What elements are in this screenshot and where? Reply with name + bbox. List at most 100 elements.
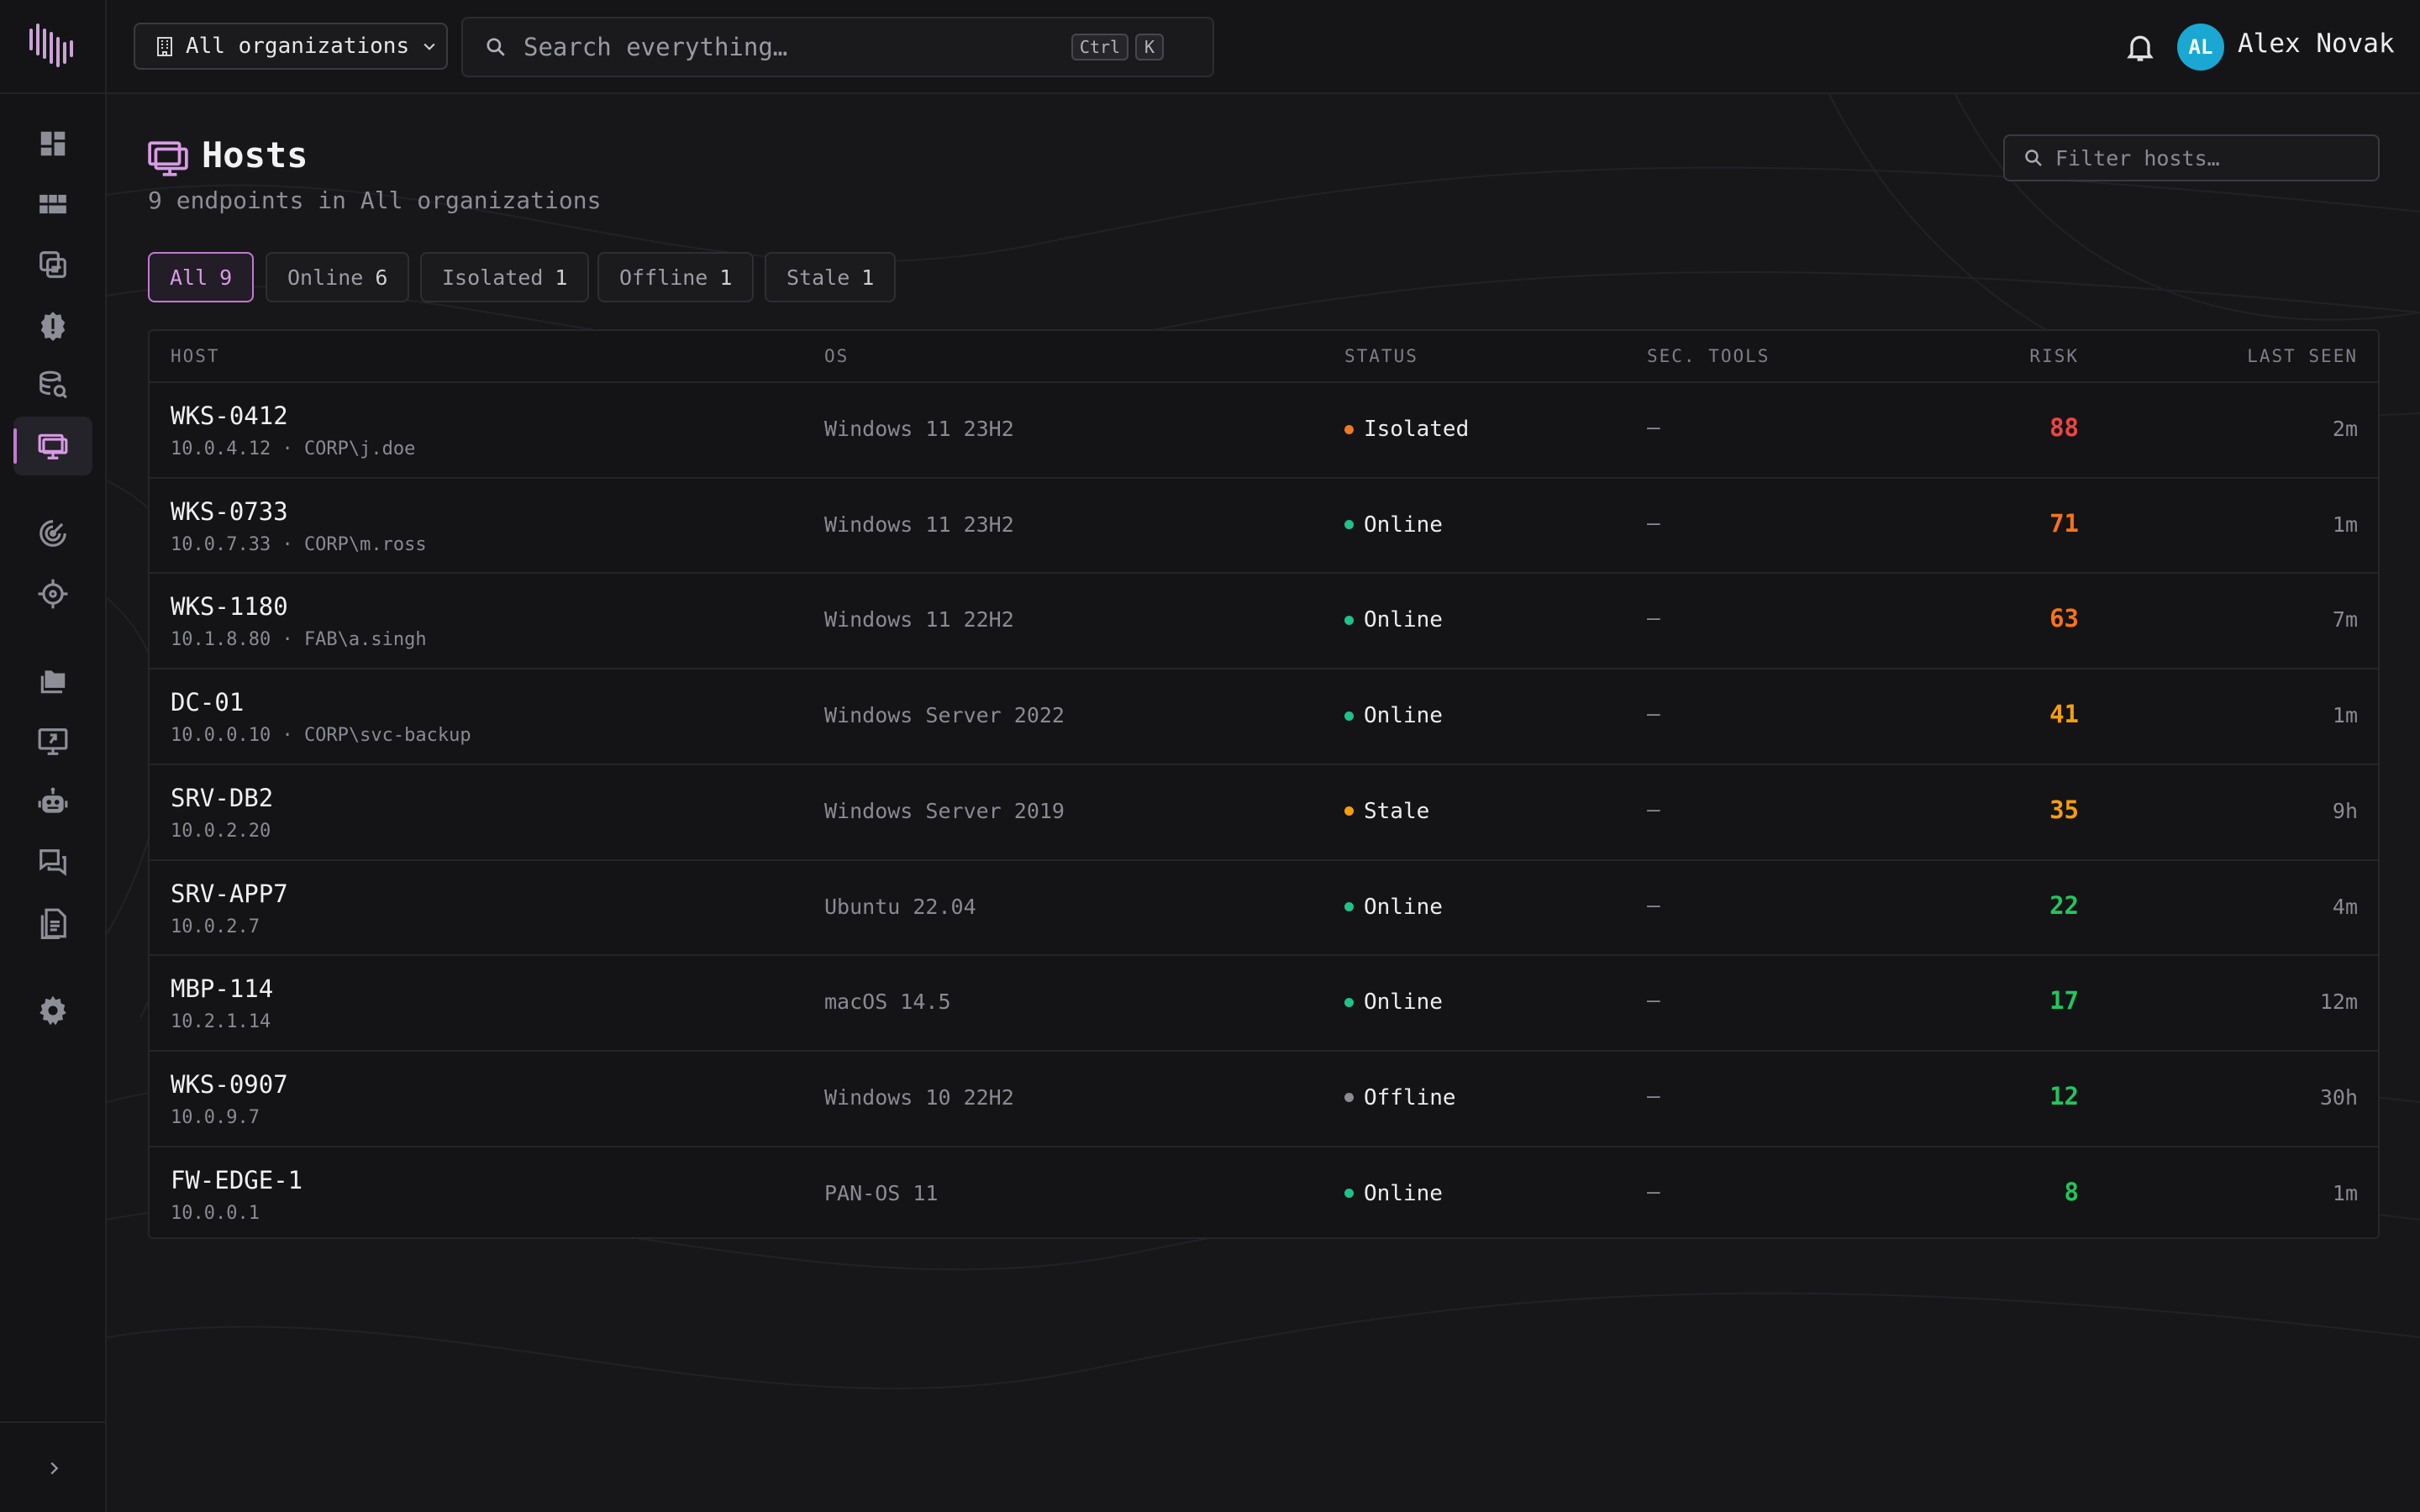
table-row[interactable]: WKS-0907 10.0.9.7 Windows 10 22H2 Offline — 1… bbox=[150, 1049, 2378, 1146]
radar-icon bbox=[39, 520, 66, 547]
host-status: Isolated bbox=[1344, 417, 1469, 442]
chip-isolated[interactable]: Isolated 1 bbox=[420, 252, 590, 302]
nav-chat[interactable] bbox=[13, 833, 92, 892]
status-label: Online bbox=[1364, 894, 1443, 920]
host-last-seen: 1m bbox=[2332, 1180, 2358, 1205]
host-sec-tools: — bbox=[1647, 701, 1660, 727]
nav-hunt[interactable] bbox=[13, 356, 92, 415]
reports-icon bbox=[40, 908, 66, 939]
host-sec-tools: — bbox=[1647, 1179, 1660, 1205]
sidebar-bottom-divider bbox=[0, 1421, 107, 1423]
column-header-status[interactable]: STATUS bbox=[1344, 346, 1418, 366]
host-sec-tools: — bbox=[1647, 510, 1660, 536]
host-os: Ubuntu 22.04 bbox=[824, 894, 976, 919]
search-icon bbox=[2025, 150, 2042, 166]
chip-label: All bbox=[170, 265, 208, 290]
chip-label: Isolated bbox=[442, 265, 544, 290]
table-row[interactable]: MBP-114 10.2.1.14 macOS 14.5 Online — 17 12m bbox=[150, 954, 2378, 1050]
host-meta: 10.0.9.7 bbox=[171, 1106, 260, 1128]
brand-logo-icon[interactable] bbox=[28, 24, 78, 67]
host-risk-score: 88 bbox=[2049, 413, 2079, 442]
host-name[interactable]: WKS-0412 bbox=[171, 402, 288, 430]
nav-files[interactable] bbox=[13, 652, 92, 711]
table-row[interactable]: SRV-DB2 10.0.2.20 Windows Server 2019 Stale… bbox=[150, 763, 2378, 859]
host-sec-tools: — bbox=[1647, 415, 1660, 440]
column-header-host[interactable]: HOST bbox=[171, 346, 220, 366]
nav-boards[interactable] bbox=[13, 175, 92, 234]
host-risk-score: 71 bbox=[2049, 508, 2079, 538]
nav-reports[interactable] bbox=[13, 894, 92, 953]
column-header-last-seen[interactable]: LAST SEEN bbox=[2247, 346, 2358, 366]
nav-settings[interactable] bbox=[13, 981, 92, 1040]
table-row[interactable]: WKS-1180 10.1.8.80 · FAB\a.singh Windows 1… bbox=[150, 572, 2378, 668]
host-last-seen: 9h bbox=[2332, 798, 2358, 823]
host-status: Online bbox=[1344, 1181, 1443, 1206]
status-dot bbox=[1344, 902, 1354, 911]
status-label: Online bbox=[1364, 1180, 1443, 1206]
organization-select[interactable]: All organizations bbox=[134, 23, 448, 70]
column-header-os[interactable]: OS bbox=[824, 346, 849, 366]
status-label: Online bbox=[1364, 607, 1443, 633]
cases-icon bbox=[39, 251, 66, 278]
hosts-page-icon bbox=[148, 141, 188, 176]
filter-hosts-input[interactable] bbox=[2055, 145, 2358, 171]
table-row[interactable]: SRV-APP7 10.0.2.7 Ubuntu 22.04 Online — 22 4m bbox=[150, 858, 2378, 955]
expand-sidebar-button[interactable] bbox=[37, 1452, 71, 1485]
filter-hosts[interactable] bbox=[2003, 134, 2380, 181]
nav-cases[interactable] bbox=[13, 235, 92, 294]
host-risk-score: 17 bbox=[2049, 986, 2079, 1016]
chip-count: 6 bbox=[375, 265, 388, 290]
host-meta: 10.0.0.1 bbox=[171, 1202, 260, 1224]
host-sec-tools: — bbox=[1647, 892, 1660, 918]
host-name[interactable]: WKS-0733 bbox=[171, 497, 288, 526]
host-sec-tools: — bbox=[1647, 988, 1660, 1014]
nav-dashboard[interactable] bbox=[13, 114, 92, 173]
chip-all[interactable]: All 9 bbox=[148, 252, 255, 302]
nav-targets[interactable] bbox=[13, 564, 92, 623]
status-dot bbox=[1344, 711, 1354, 721]
hosts-icon bbox=[38, 433, 68, 459]
host-name[interactable]: WKS-0907 bbox=[171, 1070, 288, 1099]
host-last-seen: 12m bbox=[2319, 990, 2358, 1015]
global-search[interactable]: Search everything… Ctrl K bbox=[461, 17, 1214, 77]
host-status: Offline bbox=[1344, 1085, 1456, 1110]
host-name[interactable]: FW-EDGE-1 bbox=[171, 1166, 302, 1194]
notifications-bell-icon[interactable] bbox=[2123, 30, 2157, 64]
table-row[interactable]: WKS-0412 10.0.4.12 · CORP\j.doe Windows 11… bbox=[150, 381, 2378, 477]
column-header-risk[interactable]: RISK bbox=[2029, 346, 2079, 366]
table-row[interactable]: WKS-0733 10.0.7.33 · CORP\m.ross Windows 1… bbox=[150, 476, 2378, 573]
host-last-seen: 7m bbox=[2332, 607, 2358, 633]
column-header-sec-tools[interactable]: SEC. TOOLS bbox=[1647, 346, 1770, 366]
table-row[interactable]: FW-EDGE-1 10.0.0.1 PAN-OS 11 Online — 8 1m bbox=[150, 1145, 2378, 1242]
host-os: Windows Server 2022 bbox=[824, 703, 1065, 728]
host-name[interactable]: WKS-1180 bbox=[171, 592, 288, 621]
host-last-seen: 2m bbox=[2332, 417, 2358, 441]
host-name[interactable]: DC-01 bbox=[171, 688, 244, 717]
user-name[interactable]: Alex Novak bbox=[2238, 29, 2395, 59]
status-dot bbox=[1344, 424, 1354, 434]
nav-remote[interactable] bbox=[13, 712, 92, 771]
host-name[interactable]: MBP-114 bbox=[171, 974, 273, 1003]
nav-automation[interactable] bbox=[13, 773, 92, 832]
status-dot bbox=[1344, 1189, 1354, 1199]
shortcut-key-ctrl: Ctrl bbox=[1071, 34, 1128, 60]
nav-alerts[interactable] bbox=[13, 296, 92, 354]
host-sec-tools: — bbox=[1647, 606, 1660, 632]
nav-hosts[interactable] bbox=[13, 417, 92, 475]
user-avatar[interactable]: AL bbox=[2177, 24, 2224, 71]
status-label: Offline bbox=[1364, 1084, 1456, 1110]
host-name[interactable]: SRV-DB2 bbox=[171, 784, 273, 812]
chip-stale[interactable]: Stale 1 bbox=[765, 252, 897, 302]
chip-online[interactable]: Online 6 bbox=[266, 252, 410, 302]
nav-radar[interactable] bbox=[13, 504, 92, 563]
chip-offline[interactable]: Offline 1 bbox=[597, 252, 755, 302]
table-row[interactable]: DC-01 10.0.0.10 · CORP\svc-backup Windows … bbox=[150, 668, 2378, 764]
host-os: macOS 14.5 bbox=[824, 990, 951, 1015]
host-meta: 10.0.7.33 · CORP\m.ross bbox=[171, 533, 427, 555]
topbar: All organizations Search everything… Ctr… bbox=[107, 0, 2420, 94]
host-last-seen: 1m bbox=[2332, 703, 2358, 728]
chip-count: 9 bbox=[219, 265, 233, 290]
host-os: Windows 10 22H2 bbox=[824, 1084, 1014, 1110]
dashboard-icon bbox=[40, 131, 66, 156]
host-name[interactable]: SRV-APP7 bbox=[171, 879, 288, 908]
